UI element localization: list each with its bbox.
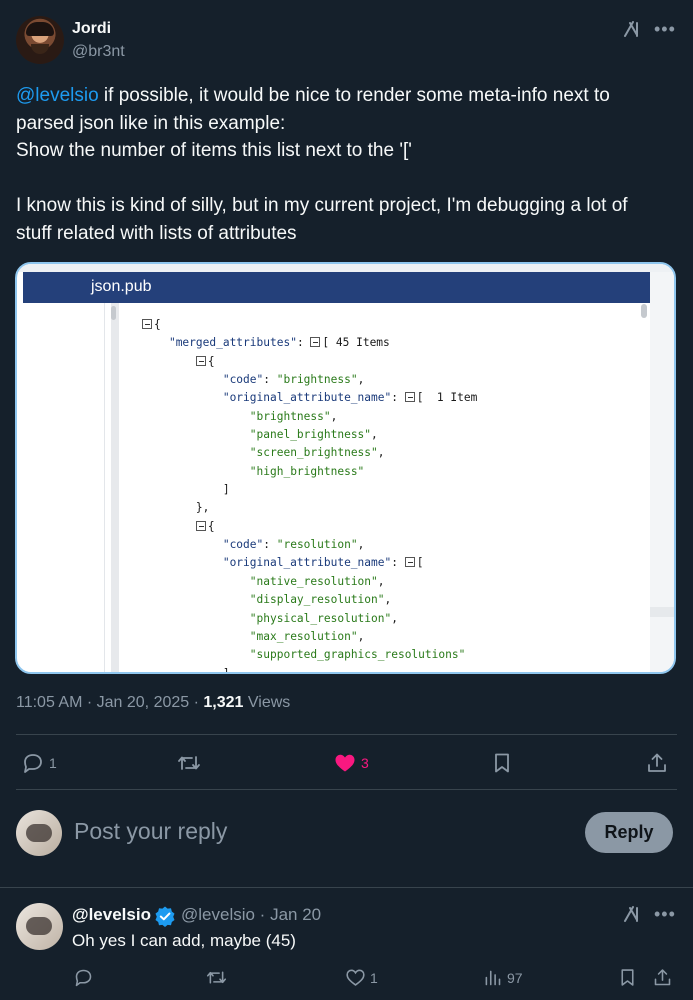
collapse-icon: [404, 392, 415, 403]
reply-icon: [21, 751, 45, 775]
like-action[interactable]: 3: [333, 751, 369, 775]
json-viewer-title: json.pub: [91, 278, 152, 295]
tweet-text-line5: stuff related with lists of attributes: [16, 222, 297, 244]
author-name[interactable]: Jordi: [72, 20, 111, 38]
bookmark-icon: [617, 967, 638, 988]
collapse-icon: [142, 319, 152, 329]
share-icon: [652, 967, 673, 988]
reply-repost-action[interactable]: [205, 967, 228, 988]
tweet-text-line4: I know this is kind of silly, but in my …: [16, 195, 628, 216]
share-icon: [645, 751, 669, 775]
repost-action[interactable]: [176, 751, 202, 775]
tweet-text-line3: Show the number of items this list next …: [16, 140, 412, 161]
divider: [16, 789, 677, 790]
reply-like-action[interactable]: 1: [345, 967, 378, 988]
reply-share-action[interactable]: [652, 967, 673, 988]
verified-badge-icon: [154, 905, 176, 932]
tweet-text-line1: if possible, it would be nice to render …: [98, 85, 610, 106]
reply-icon: [73, 967, 94, 988]
items-count-meta: [ 45 Items: [322, 336, 390, 350]
grok-icon[interactable]: [622, 904, 642, 929]
tweet-text-blank: [16, 165, 681, 193]
json-scrollbar: [641, 304, 647, 318]
views-count: 1,321: [203, 694, 244, 711]
tweet-date: Jan 20, 2025: [96, 694, 190, 711]
reply-count: 1: [49, 755, 57, 771]
tweet-media-image[interactable]: json.pub { "merged_attributes": [ 45 Ite…: [15, 262, 676, 674]
reply-author-name[interactable]: @levelsio: [72, 905, 151, 925]
bookmark-action[interactable]: [490, 751, 514, 775]
author-handle[interactable]: @br3nt: [72, 43, 125, 61]
mention-link[interactable]: @levelsio: [16, 85, 99, 106]
divider: [0, 887, 693, 888]
tweet-text: @levelsio if possible, it would be nice …: [16, 82, 681, 247]
reply-input[interactable]: Post your reply: [74, 818, 227, 845]
reply-like-count: 1: [370, 969, 378, 986]
views-label: Views: [247, 694, 291, 711]
reply-date: Jan 20: [270, 905, 322, 924]
reply-reply-action[interactable]: [73, 967, 94, 988]
analytics-icon: [482, 967, 503, 988]
reply-views-action[interactable]: 97: [482, 967, 523, 988]
tweet-time: 11:05 AM: [16, 694, 83, 711]
collapse-icon: [404, 557, 415, 568]
tweet-text-line2: parsed json like in this example:: [16, 112, 286, 134]
bookmark-icon: [490, 751, 514, 775]
author-avatar[interactable]: [16, 16, 64, 64]
collapse-icon: [310, 337, 321, 348]
heart-icon: [345, 967, 366, 988]
reply-text: Oh yes I can add, maybe (45): [72, 931, 296, 950]
share-action[interactable]: [645, 751, 669, 775]
more-options-icon[interactable]: •••: [654, 19, 676, 40]
repost-icon: [176, 751, 202, 775]
tweet-timestamp[interactable]: 11:05 AM · Jan 20, 2025 · 1,321 Views: [16, 694, 290, 712]
reply-bookmark-action[interactable]: [617, 967, 638, 988]
items-count-meta: [ 1 Item: [416, 391, 478, 405]
json-code: { "merged_attributes": [ 45 Items { "cod…: [142, 316, 478, 672]
json-viewer-header: json.pub: [23, 272, 650, 303]
current-user-avatar[interactable]: [16, 810, 62, 856]
reply-author-handle-date[interactable]: @levelsio · Jan 20: [181, 905, 321, 925]
more-options-icon[interactable]: •••: [654, 904, 676, 925]
reply-button[interactable]: Reply: [585, 812, 673, 853]
collapse-icon: [195, 520, 206, 531]
like-count: 3: [361, 755, 369, 771]
repost-icon: [205, 967, 228, 988]
reply-author-avatar[interactable]: [16, 903, 63, 950]
divider: [16, 734, 677, 735]
reply-views-count: 97: [507, 969, 523, 986]
collapse-icon: [195, 355, 206, 366]
reply-action[interactable]: 1: [21, 751, 57, 775]
heart-filled-icon: [333, 751, 357, 775]
grok-icon[interactable]: [622, 19, 642, 44]
